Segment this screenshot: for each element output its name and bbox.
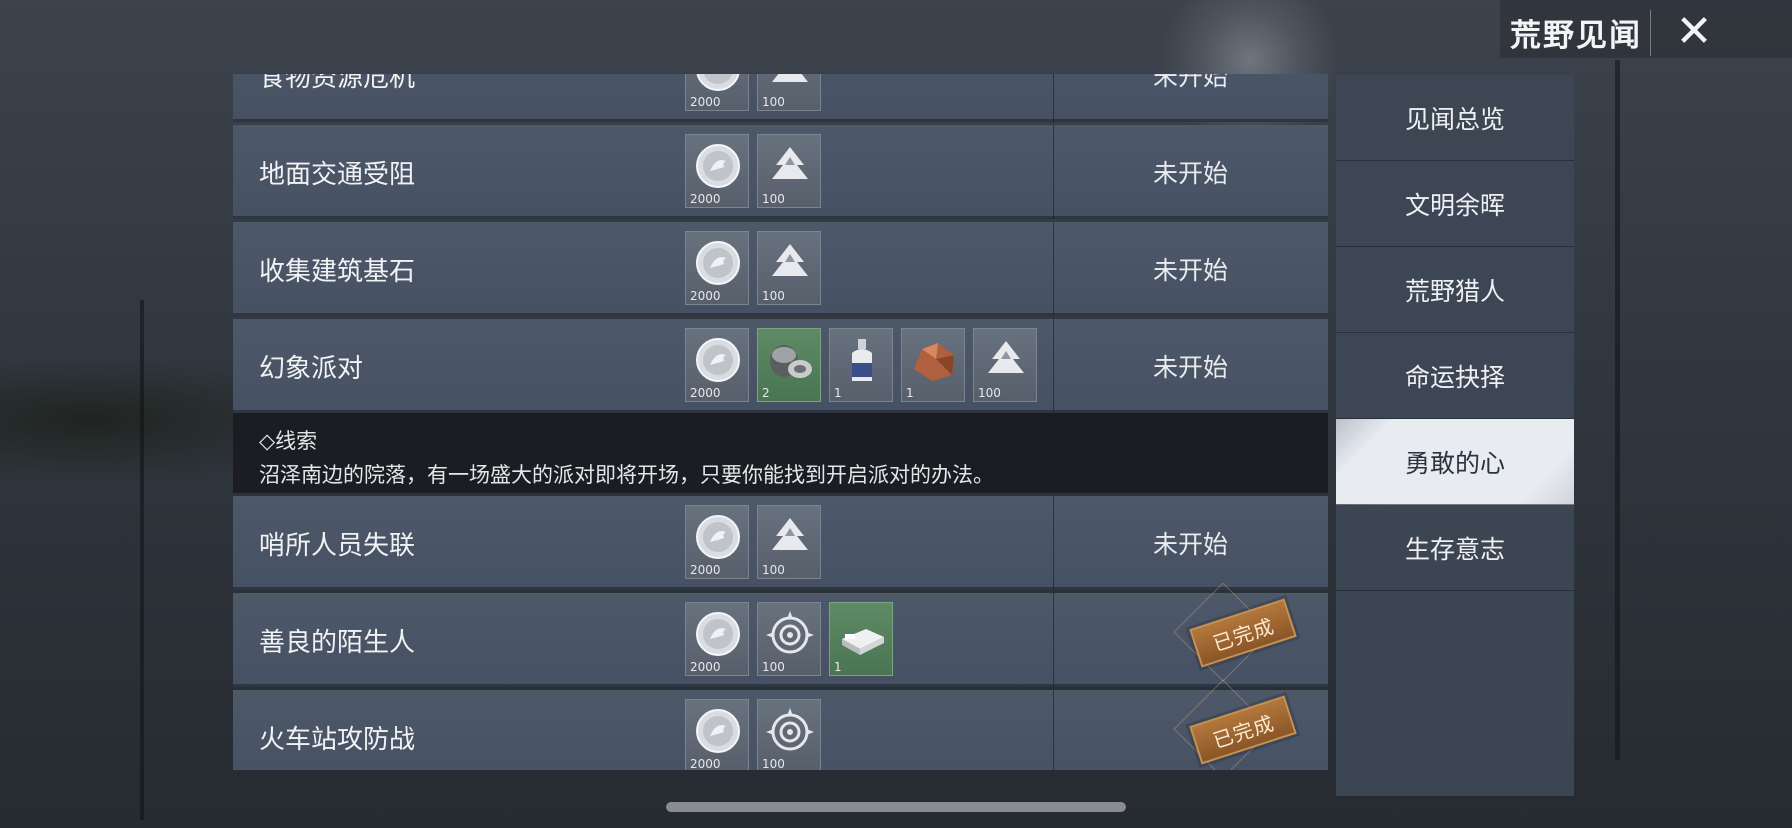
reward-item[interactable]: 100 [757,505,821,579]
reward-quantity: 2000 [690,289,721,303]
home-indicator[interactable] [666,802,1126,812]
quest-status: 未开始 [1152,353,1228,382]
reward-quantity: 100 [762,757,785,770]
sidebar-item[interactable]: 生存意志 [1336,505,1574,591]
quest-list-content: 食物资源危机 2000 100 未开始 地面交通受阻 2000 100 未开始 收集建筑基石 20… [233,74,1328,770]
category-sidebar: 见闻总览 文明余晖 荒野猎人 命运抉择 勇敢的心 生存意志 [1336,75,1574,796]
reward-item[interactable]: 2000 [685,231,749,305]
background-pole [140,300,144,820]
reward-quantity: 2000 [690,563,721,577]
quest-list[interactable]: 食物资源危机 2000 100 未开始 地面交通受阻 2000 100 未开始 收集建筑基石 20… [233,74,1328,770]
reward-item[interactable]: 2 [757,328,821,402]
reward-quantity: 100 [762,289,785,303]
reward-quantity: 100 [762,95,785,109]
quest-row[interactable]: 收集建筑基石 2000 100 未开始 [233,222,1328,316]
reward-item[interactable]: 100 [757,699,821,770]
title-divider [1650,10,1651,56]
reward-quantity: 100 [762,192,785,206]
quest-row[interactable]: 幻象派对 2000 2 1 1 100 未开始 [233,319,1328,413]
reward-item[interactable]: 2000 [685,328,749,402]
reward-item[interactable]: 100 [757,74,821,111]
quest-status: 未开始 [1152,530,1228,559]
reward-quantity: 100 [978,386,1001,400]
reward-quantity: 1 [834,386,842,400]
sidebar-item[interactable]: 文明余晖 [1336,161,1574,247]
reward-quantity: 100 [762,660,785,674]
quest-row[interactable]: 火车站攻防战 2000 100 已完成 [233,679,1328,770]
quest-name: 善良的陌生人 [259,627,416,658]
quest-name: 幻象派对 [259,353,364,384]
quest-row[interactable]: 哨所人员失联 2000 100 未开始 [233,496,1328,590]
reward-item[interactable]: 2000 [685,505,749,579]
clue-title: ◇线索 [259,429,318,453]
sidebar-item[interactable]: 勇敢的心 [1336,419,1574,505]
quest-row[interactable]: 食物资源危机 2000 100 未开始 [233,74,1328,122]
reward-item[interactable]: 100 [757,602,821,676]
quest-clue: ◇线索沼泽南边的院落，有一场盛大的派对即将开场，只要你能找到开启派对的办法。 [233,413,1328,493]
reward-item[interactable]: 1 [829,328,893,402]
reward-list: 2000 100 [685,134,821,208]
reward-item[interactable]: 2000 [685,699,749,770]
reward-quantity: 2000 [690,95,721,109]
reward-item[interactable]: 2000 [685,74,749,111]
reward-quantity: 1 [906,386,914,400]
background-pole [1615,60,1620,760]
quest-status: 未开始 [1152,256,1228,285]
reward-list: 2000 2 1 1 100 [685,328,1037,402]
quest-row[interactable]: 善良的陌生人 2000 100 1 已完成 [233,582,1328,687]
reward-quantity: 2000 [690,192,721,206]
quest-status: 未开始 [1152,74,1228,91]
quest-status: 未开始 [1152,159,1228,188]
reward-item[interactable]: 1 [901,328,965,402]
reward-list: 2000 100 [685,699,821,770]
quest-name: 火车站攻防战 [259,724,416,755]
reward-item[interactable]: 100 [757,134,821,208]
reward-quantity: 2000 [690,757,721,770]
reward-item[interactable]: 1 [829,602,893,676]
reward-quantity: 2000 [690,386,721,400]
reward-list: 2000 100 [685,505,821,579]
reward-quantity: 1 [834,660,842,674]
column-divider [1053,593,1054,687]
reward-item[interactable]: 100 [973,328,1037,402]
reward-quantity: 2 [762,386,770,400]
sidebar-item[interactable]: 见闻总览 [1336,75,1574,161]
sidebar-item[interactable]: 荒野猎人 [1336,247,1574,333]
reward-quantity: 2000 [690,660,721,674]
clue-text: 沼泽南边的院落，有一场盛大的派对即将开场，只要你能找到开启派对的办法。 [259,463,994,487]
reward-item[interactable]: 2000 [685,602,749,676]
reward-list: 2000 100 [685,231,821,305]
quest-name: 收集建筑基石 [259,256,416,287]
quest-name: 食物资源危机 [259,74,416,93]
column-divider [1053,690,1054,770]
reward-list: 2000 100 1 [685,602,893,676]
reward-item[interactable]: 2000 [685,134,749,208]
reward-list: 2000 100 [685,74,821,111]
page-title: 荒野见闻 [1510,18,1642,54]
reward-item[interactable]: 100 [757,231,821,305]
quest-name: 哨所人员失联 [259,530,416,561]
sidebar-item[interactable]: 命运抉择 [1336,333,1574,419]
reward-quantity: 100 [762,563,785,577]
close-icon[interactable]: ✕ [1670,6,1718,57]
quest-row[interactable]: 地面交通受阻 2000 100 未开始 [233,125,1328,219]
quest-name: 地面交通受阻 [259,159,416,190]
